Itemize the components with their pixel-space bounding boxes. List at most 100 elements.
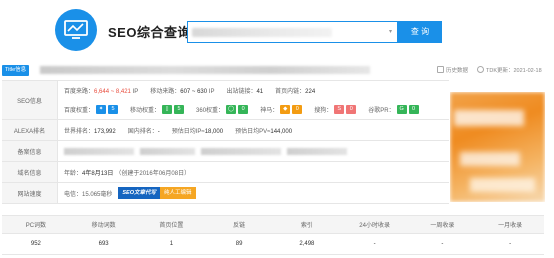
domestic-rank-value: -	[157, 128, 160, 135]
outlinks-label: 出站链接：	[226, 89, 257, 95]
stats-header-cell: 一周收录	[430, 223, 455, 229]
site-speed-row: 网站速度 电信： 15.065毫秒 SEO文章代写 纯人工编辑	[2, 183, 449, 204]
alexa-content: 世界排名：173,992 国内排名：- 预估日均IP≈18,000 预估日均PV…	[58, 120, 449, 140]
site-info-table: SEO信息 百度来路：6,644 ~ 8,421 IP 移动来路：607 ~ 6…	[2, 80, 449, 204]
icp-content-redacted	[58, 141, 449, 161]
mobile-traffic-value: 607 ~ 630	[180, 89, 208, 95]
chevron-down-icon[interactable]: ▾	[389, 28, 392, 35]
row-label: 备案信息	[2, 141, 58, 161]
seo-info-content: 百度来路：6,644 ~ 8,421 IP 移动来路：607 ~ 630 IP …	[58, 81, 449, 119]
clock-icon	[477, 66, 484, 73]
google-pr-label: 谷歌PR：	[368, 107, 395, 114]
site-logo[interactable]	[55, 9, 97, 51]
row-label: SEO信息	[2, 81, 58, 119]
daily-pv-value: 144,000	[270, 128, 293, 135]
history-data-button[interactable]: 历史数据	[437, 66, 468, 74]
mobile-traffic-label: 移动来路：	[150, 89, 181, 95]
stats-header-row: PC词数 移动词数 首页位置 反链 索引 24小时收录 一周收录 一月收录	[2, 216, 544, 234]
domestic-rank: 国内排名：-	[128, 126, 160, 135]
keyword-stats-table: PC词数 移动词数 首页位置 反链 索引 24小时收录 一周收录 一月收录 95…	[2, 215, 544, 255]
redacted-text	[140, 147, 195, 155]
ad-text-blur	[454, 110, 524, 126]
stats-header-cell: 24小时收录	[359, 223, 390, 229]
mobile-keywords-value[interactable]: 693	[70, 234, 138, 254]
outlinks[interactable]: 出站链接：41	[226, 86, 263, 95]
sogou-weight-badge: 0	[346, 105, 357, 115]
row-label: ALEXA排名	[2, 120, 58, 140]
world-rank: 世界排名：173,992	[64, 126, 116, 135]
shenma-weight-label: 神马：	[260, 107, 279, 114]
shenma-weight-badge: 0	[292, 105, 303, 115]
baidu-weight-badge: 5	[108, 105, 119, 115]
so360-weight-label: 360权重：	[196, 107, 225, 114]
shenma-weight[interactable]: 神马： ◆ 0	[260, 105, 303, 115]
side-ad-panel-redacted[interactable]	[450, 92, 545, 202]
baidu-paw-icon: ✦	[96, 105, 107, 115]
sogou-weight-label: 搜狗：	[314, 107, 333, 114]
redacted-text	[64, 147, 134, 155]
baidu-traffic[interactable]: 百度来路：6,644 ~ 8,421 IP	[64, 86, 138, 95]
history-data-label: 历史数据	[446, 68, 469, 74]
site-speed-content: 电信： 15.065毫秒 SEO文章代写 纯人工编辑	[58, 183, 449, 203]
indexed-week-value: -	[441, 241, 444, 247]
baidu-weight[interactable]: 百度权重： ✦ 5	[64, 105, 119, 115]
stats-header-cell: 首页位置	[159, 223, 184, 229]
monitor-chart-icon	[64, 20, 88, 39]
indexed-month-value: -	[509, 241, 512, 247]
mobile-weight-badge: 5	[174, 105, 185, 115]
mobile-weight[interactable]: 移动权重： ▯ 5	[130, 105, 185, 115]
baidu-traffic-unit: IP	[132, 89, 139, 95]
baidu-traffic-label: 百度来路：	[64, 89, 95, 95]
title-bar: Title信息 历史数据 TDK更新：2021-02-18	[0, 62, 554, 80]
sogou-weight[interactable]: 搜狗： S 0	[314, 105, 357, 115]
stats-header-cell: 索引	[300, 223, 313, 229]
indexed-24h-value: -	[373, 241, 376, 247]
icp-row: 备案信息	[2, 141, 449, 162]
ad-text-blur	[470, 178, 535, 192]
page-title-redacted	[40, 66, 370, 74]
search-button[interactable]: 查 询	[398, 21, 442, 43]
ad-text-blur	[460, 152, 520, 166]
pc-keywords-value[interactable]: 952	[2, 234, 70, 254]
stats-value-row: 952 693 1 89 2,498 - - -	[2, 234, 544, 255]
world-rank-label: 世界排名：	[64, 128, 95, 135]
stats-header-cell: 移动词数	[91, 223, 116, 229]
domain-age-label: 年龄：	[64, 170, 83, 177]
home-inlinks[interactable]: 首页内链：224	[275, 86, 315, 95]
telecom-label: 电信：	[64, 191, 83, 198]
mobile-traffic[interactable]: 移动来路：607 ~ 630 IP	[150, 86, 214, 95]
row-label: 网站速度	[2, 183, 58, 203]
seo-writing-ad-label: SEO文章代写	[118, 187, 160, 199]
so360-weight-badge: 0	[238, 105, 249, 115]
tdk-update-label: TDK更新：2021-02-18	[486, 68, 542, 74]
index-value[interactable]: 2,498	[273, 234, 341, 254]
backlinks-value[interactable]: 89	[205, 234, 273, 254]
so360-weight[interactable]: 360权重： ◯ 0	[196, 105, 249, 115]
domestic-rank-label: 国内排名：	[127, 128, 158, 135]
alexa-row: ALEXA排名 世界排名：173,992 国内排名：- 预估日均IP≈18,00…	[2, 120, 449, 141]
domain-created-date: （创建于2016年06月08日）	[115, 170, 191, 177]
domain-info-row: 域名信息 年龄： 4年8月13日 （创建于2016年06月08日）	[2, 162, 449, 183]
title-info-tag: Title信息	[2, 65, 30, 76]
domain-age-value[interactable]: 4年8月13日	[82, 168, 113, 177]
brand-title: SEO综合查询	[108, 25, 191, 40]
mobile-weight-label: 移动权重：	[130, 107, 161, 114]
home-inlinks-label: 首页内链：	[275, 89, 306, 95]
seo-info-row: SEO信息 百度来路：6,644 ~ 8,421 IP 移动来路：607 ~ 6…	[2, 81, 449, 120]
seo-writing-ad-banner[interactable]: SEO文章代写 纯人工编辑	[118, 187, 196, 199]
stats-header-cell: PC词数	[25, 223, 47, 229]
telecom-speed-value: 15.065毫秒	[82, 191, 113, 198]
domain-search-input[interactable]: ▾	[187, 21, 398, 43]
baidu-traffic-value: 6,644 ~ 8,421	[94, 89, 131, 95]
so360-icon: ◯	[226, 105, 237, 115]
google-pr[interactable]: 谷歌PR： G 0	[368, 105, 419, 115]
manual-editing-ad-label: 纯人工编辑	[160, 187, 196, 199]
tdk-update-button[interactable]: TDK更新：2021-02-18	[477, 66, 542, 74]
stats-header-cell: 反链	[233, 223, 246, 229]
home-position-value: 1	[169, 241, 174, 247]
baidu-weight-label: 百度权重：	[64, 107, 95, 114]
history-icon	[437, 66, 444, 73]
daily-pv: 预估日均PV≈144,000	[235, 126, 292, 135]
daily-ip: 预估日均IP≈18,000	[172, 126, 223, 135]
google-pr-badge: 0	[408, 105, 419, 115]
